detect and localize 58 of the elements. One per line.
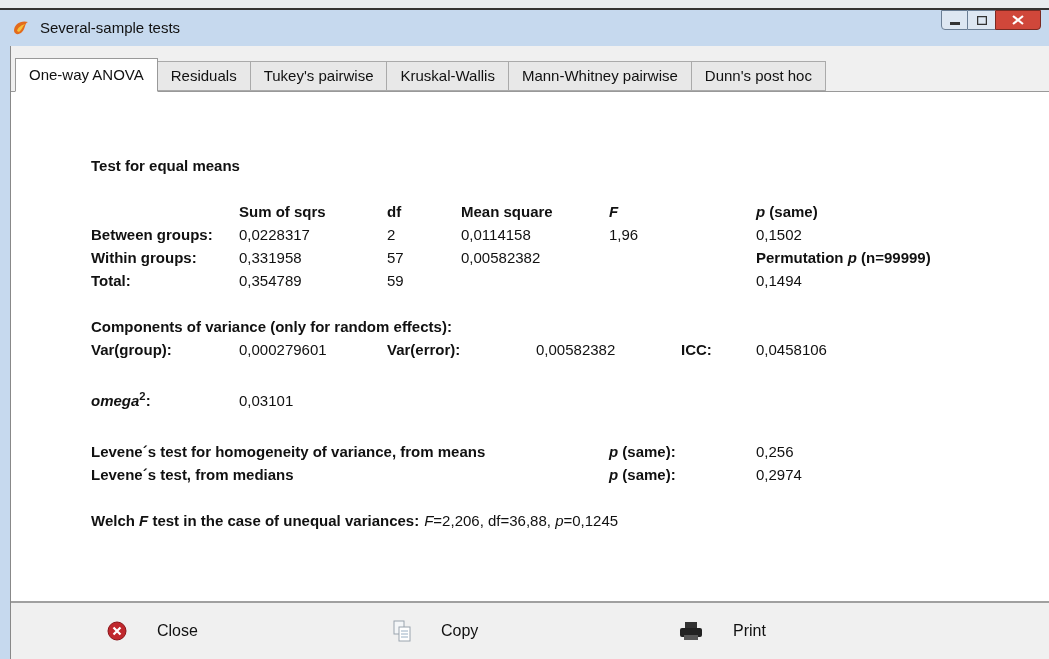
maximize-icon — [976, 15, 987, 25]
test-label: Levene´s test, from medians — [91, 464, 295, 485]
app-logo-icon — [12, 19, 30, 37]
column-header: Sum of sqrs — [239, 201, 327, 222]
table-cell-text: 0,354789 — [239, 270, 303, 291]
tab[interactable]: Mann-Whitney pairwise — [508, 61, 692, 91]
minimize-icon — [949, 22, 960, 25]
section-heading: Components of variance (only for random effects): — [91, 316, 453, 337]
column-header: df — [387, 201, 403, 222]
stat-value: 0,000279601 — [239, 339, 328, 360]
stat-label: p (same): — [609, 464, 677, 485]
close-icon — [1012, 15, 1024, 25]
table-cell-text: 0,00582382 — [461, 247, 542, 268]
tab[interactable]: Tukey's pairwise — [250, 61, 388, 91]
stat-value: 0,0458106 — [756, 339, 828, 360]
minimize-button[interactable] — [941, 10, 968, 30]
tab[interactable]: One-way ANOVA — [15, 58, 158, 92]
table-cell-text: 0,1502 — [756, 224, 803, 245]
window-title: Several-sample tests — [40, 17, 181, 38]
stat-label: Var(error): — [387, 339, 462, 360]
table-cell-text: 59 — [387, 270, 405, 291]
row-label: Within groups: — [91, 247, 198, 268]
column-header: p (same) — [756, 201, 819, 222]
table-cell-text: 57 — [387, 247, 405, 268]
stat-label: Var(group): — [91, 339, 173, 360]
test-result: F=2,206, df=36,88, p=0,1245 — [424, 510, 619, 531]
test-label: Welch F test in the case of unequal variances: — [91, 510, 420, 531]
stat-value: 0,00582382 — [536, 339, 617, 360]
close-button[interactable]: Close — [107, 619, 393, 643]
maximize-button[interactable] — [968, 10, 995, 30]
tab[interactable]: Dunn's post hoc — [691, 61, 826, 91]
table-cell-text: 1,96 — [609, 224, 640, 245]
column-header: Mean square — [461, 201, 554, 222]
stat-value: 0,03101 — [239, 390, 295, 411]
column-header: F — [609, 201, 620, 222]
close-window-button[interactable] — [995, 10, 1041, 30]
test-label: Levene´s test for homogeneity of variance, from means — [91, 441, 487, 462]
table-cell-text: 0,331958 — [239, 247, 303, 268]
copy-button[interactable]: Copy — [393, 619, 679, 643]
table-cell-text: 0,1494 — [756, 270, 803, 291]
stat-label: omega$^{2}$: — [91, 388, 152, 411]
row-label: Total: — [91, 270, 132, 291]
printer-icon — [679, 621, 703, 641]
table-cell-text: 0,0114158 — [461, 224, 532, 245]
section-heading: Test for equal means — [91, 157, 240, 174]
print-button[interactable]: Print — [679, 619, 965, 643]
stat-value: 0,2974 — [756, 464, 803, 485]
row-label: Between groups: — [91, 224, 214, 245]
tab[interactable]: Residuals — [157, 61, 251, 91]
table-cell-text: 0,0228317 — [239, 224, 311, 245]
close-icon — [107, 621, 127, 641]
stat-value: 0,256 — [756, 441, 795, 462]
stat-label: p (same): — [609, 441, 677, 462]
table-cell-text: 2 — [387, 224, 397, 245]
column-header: Permutation p (n=99999) — [756, 247, 932, 268]
stat-label: ICC: — [681, 339, 713, 360]
copy-icon — [393, 620, 411, 642]
tab[interactable]: Kruskal-Wallis — [387, 61, 509, 91]
